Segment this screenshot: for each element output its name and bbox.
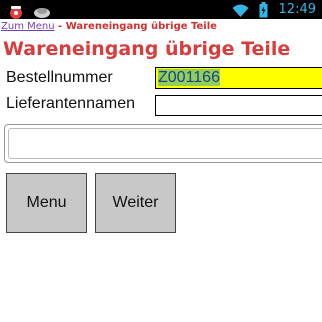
screen: 12:49 Zum Menu - Wareneingang übrige Tei… [0,0,322,322]
menu-button[interactable]: Menu [6,173,87,233]
message-textarea-inner [8,128,322,159]
breadcrumb-current: Wareneingang übrige Teile [65,21,217,32]
supplier-name-label: Lieferantennamen [6,95,135,112]
message-textarea[interactable] [4,124,322,163]
order-number-value: Z001166 [158,69,220,86]
next-button[interactable]: Weiter [95,173,176,233]
status-time: 12:49 [278,2,316,17]
status-bar: 12:49 [0,0,322,19]
menu-link[interactable]: Zum Menu [1,21,55,32]
supplier-name-field[interactable] [155,95,322,116]
wifi-icon [232,3,249,22]
breadcrumb-separator: - [54,21,66,32]
status-bar-left [8,3,51,19]
breadcrumb: Zum Menu - Wareneingang übrige Teile [1,20,217,33]
order-number-label: Bestellnummer [6,69,113,86]
page-title: Wareneingang übrige Teile [3,38,291,60]
battery-icon [259,2,268,22]
order-number-field[interactable]: Z001166 [155,67,322,89]
